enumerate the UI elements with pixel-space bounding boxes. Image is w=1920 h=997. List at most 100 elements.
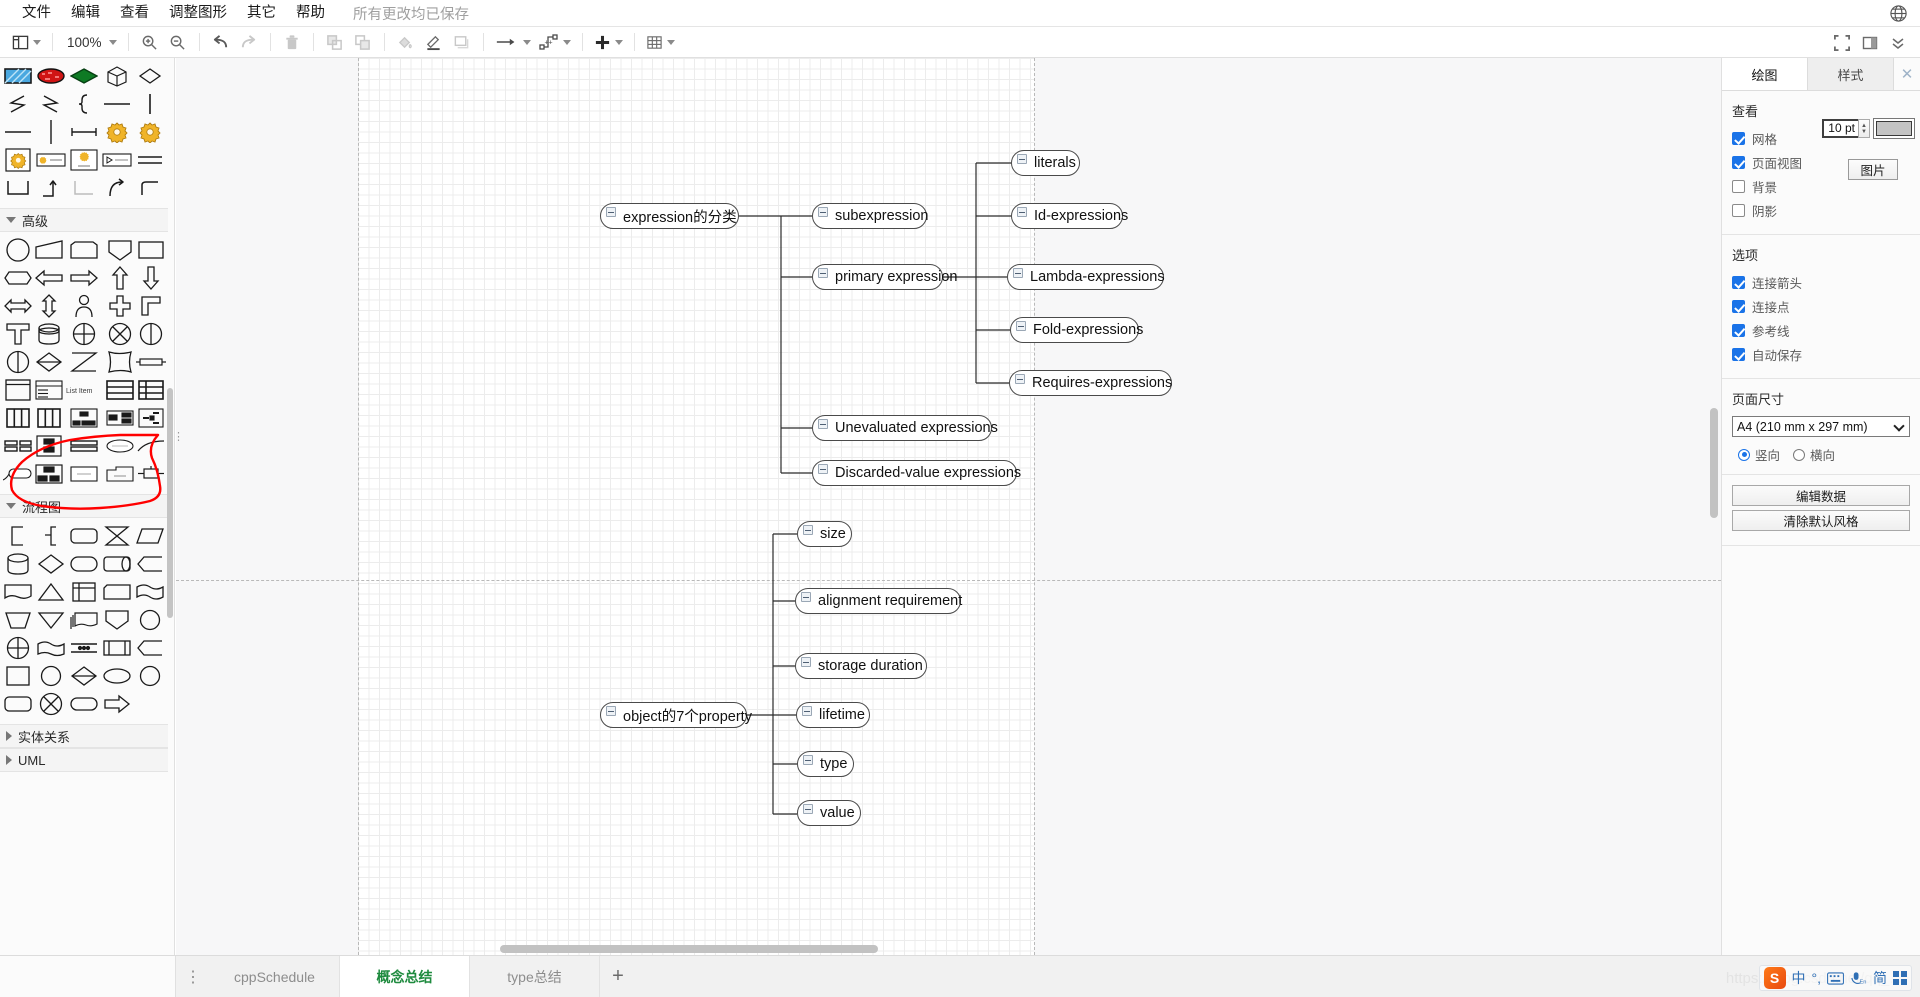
shape-section-entity-relation[interactable]: 实体关系 bbox=[0, 724, 168, 748]
mindmap-node[interactable]: Id-expressions bbox=[1011, 203, 1123, 229]
format-panel[interactable]: 绘图 样式 ✕ 查看 网格 10 pt ▲▼ 页面视图 背景 图片 阴影 选项 … bbox=[1721, 58, 1920, 955]
shape-zigzag-right-icon[interactable] bbox=[35, 90, 68, 118]
collapse-minus-icon[interactable] bbox=[1015, 374, 1025, 384]
shape-cube-icon[interactable] bbox=[100, 62, 133, 90]
shape-red-ellipse-icon[interactable] bbox=[35, 62, 68, 90]
menu-item-arrange[interactable]: 调整图形 bbox=[159, 0, 237, 27]
shape-summing-junction-icon[interactable] bbox=[2, 634, 35, 662]
page-size-select[interactable]: A4 (210 mm x 297 mm) bbox=[1732, 416, 1910, 437]
menu-item-view[interactable]: 查看 bbox=[110, 0, 159, 27]
shape-curved-arrow-icon[interactable] bbox=[100, 174, 133, 202]
shape-section-flowchart[interactable]: 流程图 bbox=[0, 494, 168, 518]
collapse-minus-icon[interactable] bbox=[818, 268, 828, 278]
redo-icon[interactable] bbox=[236, 29, 262, 55]
grid-color-swatch[interactable] bbox=[1873, 118, 1915, 139]
shape-arrow-left-icon[interactable] bbox=[33, 264, 64, 292]
shape-columns3b-icon[interactable] bbox=[33, 404, 64, 432]
shape-section-advanced[interactable]: 高级 bbox=[0, 208, 168, 232]
shape-diamond-outline-icon[interactable] bbox=[133, 62, 166, 90]
orientation-landscape-radio[interactable] bbox=[1793, 449, 1805, 461]
diagram-canvas[interactable]: expression的分类 subexpression primary expres… bbox=[176, 58, 1721, 955]
shape-multi-doc-icon[interactable] bbox=[68, 606, 101, 634]
shape-rounded-block-icon[interactable] bbox=[2, 690, 35, 718]
shapes-panel-scrollbar[interactable] bbox=[167, 388, 173, 618]
sogou-logo-icon[interactable]: S bbox=[1764, 967, 1786, 989]
fill-color-icon[interactable] bbox=[393, 29, 419, 55]
collapse-minus-icon[interactable] bbox=[803, 525, 813, 535]
shape-inverted-triangle-icon[interactable] bbox=[35, 606, 68, 634]
mindmap-node[interactable]: lifetime bbox=[796, 702, 870, 728]
mindmap-node[interactable]: Discarded-value expressions bbox=[812, 460, 1017, 486]
shadow-checkbox[interactable] bbox=[1732, 204, 1745, 217]
shape-ellipse2-icon[interactable] bbox=[100, 662, 133, 690]
background-image-button[interactable]: 图片 bbox=[1848, 159, 1898, 180]
soft-keyboard-icon[interactable] bbox=[1827, 972, 1844, 985]
shape-flow-tree-icon[interactable] bbox=[135, 404, 166, 432]
shape-bracket-left-icon[interactable] bbox=[2, 522, 35, 550]
shape-hourglass-icon[interactable] bbox=[64, 348, 104, 376]
shape-list-item-icon[interactable]: List Item bbox=[64, 376, 104, 404]
orientation-portrait-radio[interactable] bbox=[1738, 449, 1750, 461]
tab-diagram[interactable]: 绘图 bbox=[1722, 58, 1808, 90]
shape-circle-x2-icon[interactable] bbox=[35, 690, 68, 718]
view-layout-icon[interactable] bbox=[9, 29, 44, 55]
shape-section-uml[interactable]: UML bbox=[0, 748, 168, 772]
shape-plain-line-icon[interactable] bbox=[2, 118, 35, 146]
shape-capsule-icon[interactable] bbox=[100, 550, 133, 578]
clear-default-style-button[interactable]: 清除默认风格 bbox=[1732, 510, 1910, 531]
shape-internal-storage-icon[interactable] bbox=[68, 578, 101, 606]
shape-circle2-icon[interactable] bbox=[35, 662, 68, 690]
shape-group-flowchart[interactable] bbox=[0, 518, 168, 724]
punctuation-icon[interactable]: °, bbox=[1812, 970, 1822, 986]
canvas-vertical-scrollbar[interactable] bbox=[1710, 408, 1718, 518]
shape-window-frame-icon[interactable] bbox=[2, 376, 33, 404]
edit-data-button[interactable]: 编辑数据 bbox=[1732, 485, 1910, 506]
collapse-minus-icon[interactable] bbox=[1017, 207, 1027, 217]
fullscreen-icon[interactable] bbox=[1829, 30, 1855, 56]
collapse-minus-icon[interactable] bbox=[818, 464, 828, 474]
shape-tee-icon[interactable] bbox=[2, 320, 33, 348]
shape-wave-icon[interactable] bbox=[35, 634, 68, 662]
guides-checkbox[interactable] bbox=[1732, 324, 1745, 337]
shape-block-arrow-icon[interactable] bbox=[100, 690, 133, 718]
grid-checkbox[interactable] bbox=[1732, 132, 1745, 145]
shape-tape-icon[interactable] bbox=[133, 578, 166, 606]
waypoints-caret-icon[interactable] bbox=[563, 40, 571, 45]
mindmap-node[interactable]: storage duration bbox=[795, 653, 927, 679]
shape-cut-corner-rect-icon[interactable] bbox=[64, 236, 104, 264]
mindmap-node[interactable]: primary expression bbox=[812, 264, 943, 290]
shape-table-rows-icon[interactable] bbox=[104, 376, 135, 404]
shape-gear-card-icon[interactable] bbox=[68, 146, 101, 174]
shape-wide-rows-icon[interactable] bbox=[64, 432, 104, 460]
shape-gear-box-icon[interactable] bbox=[2, 146, 35, 174]
mindmap-node[interactable]: Lambda-expressions bbox=[1007, 264, 1164, 290]
shape-fork-brace-icon[interactable] bbox=[35, 522, 68, 550]
sheet-tab-cppschedule[interactable]: cppSchedule bbox=[210, 956, 340, 997]
mindmap-node[interactable]: Fold-expressions bbox=[1010, 317, 1139, 343]
shape-rows-dense-icon[interactable] bbox=[2, 432, 33, 460]
chevron-right-icon[interactable] bbox=[6, 731, 12, 741]
simplified-chinese-label[interactable]: 简 bbox=[1873, 968, 1887, 988]
grid-size-input[interactable]: 10 pt bbox=[1822, 119, 1860, 138]
mindmap-node[interactable]: size bbox=[797, 521, 852, 547]
table-caret-icon[interactable] bbox=[667, 40, 675, 45]
collapse-minus-icon[interactable] bbox=[818, 419, 828, 429]
shape-vertical-divider-icon[interactable] bbox=[35, 118, 68, 146]
chevron-right-icon[interactable] bbox=[6, 755, 12, 765]
background-checkbox[interactable] bbox=[1732, 180, 1745, 193]
add-sheet-button[interactable]: + bbox=[600, 956, 636, 997]
guides-row[interactable]: 参考线 bbox=[1732, 320, 1910, 341]
mindmap-node[interactable]: expression的分类 bbox=[600, 203, 739, 229]
shape-document-icon[interactable] bbox=[2, 578, 35, 606]
shape-curly-brace-icon[interactable] bbox=[68, 90, 101, 118]
shape-cutcorner-icon[interactable] bbox=[100, 578, 133, 606]
format-panel-tabs[interactable]: 绘图 样式 ✕ bbox=[1722, 58, 1920, 91]
shape-zigzag-left-icon[interactable] bbox=[2, 90, 35, 118]
mindmap-node[interactable]: subexpression bbox=[812, 203, 927, 229]
shape-vertical-line-icon[interactable] bbox=[133, 90, 166, 118]
orientation-row[interactable]: 竖向 横向 bbox=[1732, 445, 1910, 464]
shape-circle-flow-icon[interactable] bbox=[133, 606, 166, 634]
tab-style[interactable]: 样式 bbox=[1808, 58, 1894, 90]
shape-pentagon-down-icon[interactable] bbox=[104, 236, 135, 264]
shapes-panel[interactable]: 高级 bbox=[0, 58, 175, 955]
